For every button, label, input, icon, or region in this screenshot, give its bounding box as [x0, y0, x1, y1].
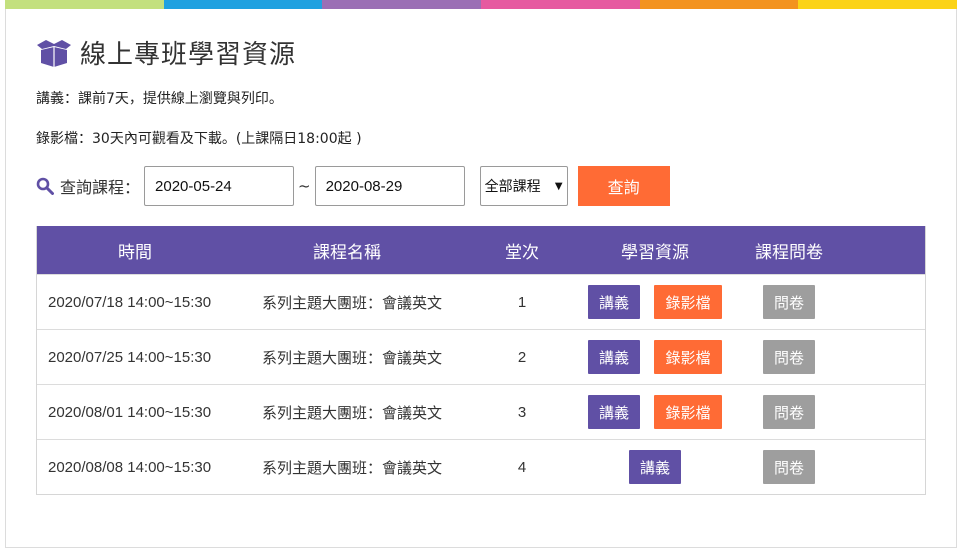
color-segment [163, 0, 323, 9]
search-icon [36, 177, 54, 195]
row-survey: 問卷 [727, 450, 851, 484]
survey-button[interactable]: 問卷 [763, 285, 815, 319]
open-box-icon [37, 39, 71, 67]
row-survey: 問卷 [727, 340, 851, 374]
top-color-bar [5, 0, 958, 9]
video-button[interactable]: 錄影檔 [654, 395, 722, 429]
survey-button[interactable]: 問卷 [763, 395, 815, 429]
row-course-name: 系列主題大團班：會議英文 [262, 348, 443, 367]
color-segment [322, 0, 482, 9]
search-label: 查詢課程： [60, 178, 141, 197]
row-time: 2020/08/01 14:00~15:30 [48, 403, 212, 421]
row-survey: 問卷 [727, 285, 851, 319]
course-table: 時間 課程名稱 堂次 學習資源 課程問卷 2020/07/18 14:00~15… [36, 226, 926, 495]
table-row: 2020/07/25 14:00~15:30 系列主題大團班：會議英文 2 講義… [37, 329, 925, 384]
end-date-input[interactable] [314, 166, 465, 206]
query-button[interactable]: 查詢 [577, 166, 670, 206]
date-range-separator: ~ [298, 177, 311, 195]
row-time: 2020/08/08 14:00~15:30 [48, 458, 212, 476]
table-row: 2020/07/18 14:00~15:30 系列主題大團班：會議英文 1 講義… [37, 274, 925, 329]
course-select-value: 全部課程 [484, 179, 541, 195]
handout-info-text: 講義：課前7天，提供線上瀏覽與列印。 [36, 91, 283, 107]
table-row: 2020/08/08 14:00~15:30 系列主題大團班：會議英文 4 講義… [37, 439, 925, 494]
row-session: 2 [517, 348, 527, 366]
row-course-name: 系列主題大團班：會議英文 [262, 403, 443, 422]
header-session: 堂次 [505, 242, 539, 263]
color-segment [639, 0, 799, 9]
page-title: 線上專班學習資源 [80, 40, 297, 70]
header-resources: 學習資源 [621, 242, 689, 263]
row-course-name: 系列主題大團班：會議英文 [262, 293, 443, 312]
video-button[interactable]: 錄影檔 [654, 285, 722, 319]
handout-button[interactable]: 講義 [629, 450, 681, 484]
color-segment [5, 0, 164, 9]
color-segment [798, 0, 958, 9]
row-time: 2020/07/18 14:00~15:30 [48, 293, 212, 311]
header-time: 時間 [118, 242, 152, 263]
header-course-name: 課程名稱 [313, 242, 381, 263]
row-session: 4 [517, 458, 527, 476]
table-header: 時間 課程名稱 堂次 學習資源 課程問卷 [37, 226, 925, 274]
row-session: 3 [517, 403, 527, 421]
search-bar: 查詢課程： ~ 全部課程 ▼ 查詢 [36, 166, 670, 206]
chevron-down-icon: ▼ [554, 180, 563, 192]
row-resources: 講義 錄影檔 [583, 395, 727, 429]
row-resources: 講義 [583, 450, 727, 484]
start-date-input[interactable] [144, 166, 295, 206]
video-button[interactable]: 錄影檔 [654, 340, 722, 374]
handout-button[interactable]: 講義 [588, 285, 640, 319]
table-row: 2020/08/01 14:00~15:30 系列主題大團班：會議英文 3 講義… [37, 384, 925, 439]
row-course-name: 系列主題大團班：會議英文 [262, 458, 443, 477]
row-resources: 講義 錄影檔 [583, 340, 727, 374]
survey-button[interactable]: 問卷 [763, 340, 815, 374]
header-survey: 課程問卷 [755, 242, 823, 263]
video-info-text: 錄影檔：30天內可觀看及下載。(上課隔日18:00起 ) [36, 131, 362, 147]
handout-button[interactable]: 講義 [588, 340, 640, 374]
course-select[interactable]: 全部課程 ▼ [479, 166, 568, 206]
row-time: 2020/07/25 14:00~15:30 [48, 348, 212, 366]
row-survey: 問卷 [727, 395, 851, 429]
survey-button[interactable]: 問卷 [763, 450, 815, 484]
color-segment [481, 0, 640, 9]
page-header: 線上專班學習資源 [36, 34, 296, 71]
handout-button[interactable]: 講義 [588, 395, 640, 429]
row-session: 1 [517, 293, 527, 311]
row-resources: 講義 錄影檔 [583, 285, 727, 319]
